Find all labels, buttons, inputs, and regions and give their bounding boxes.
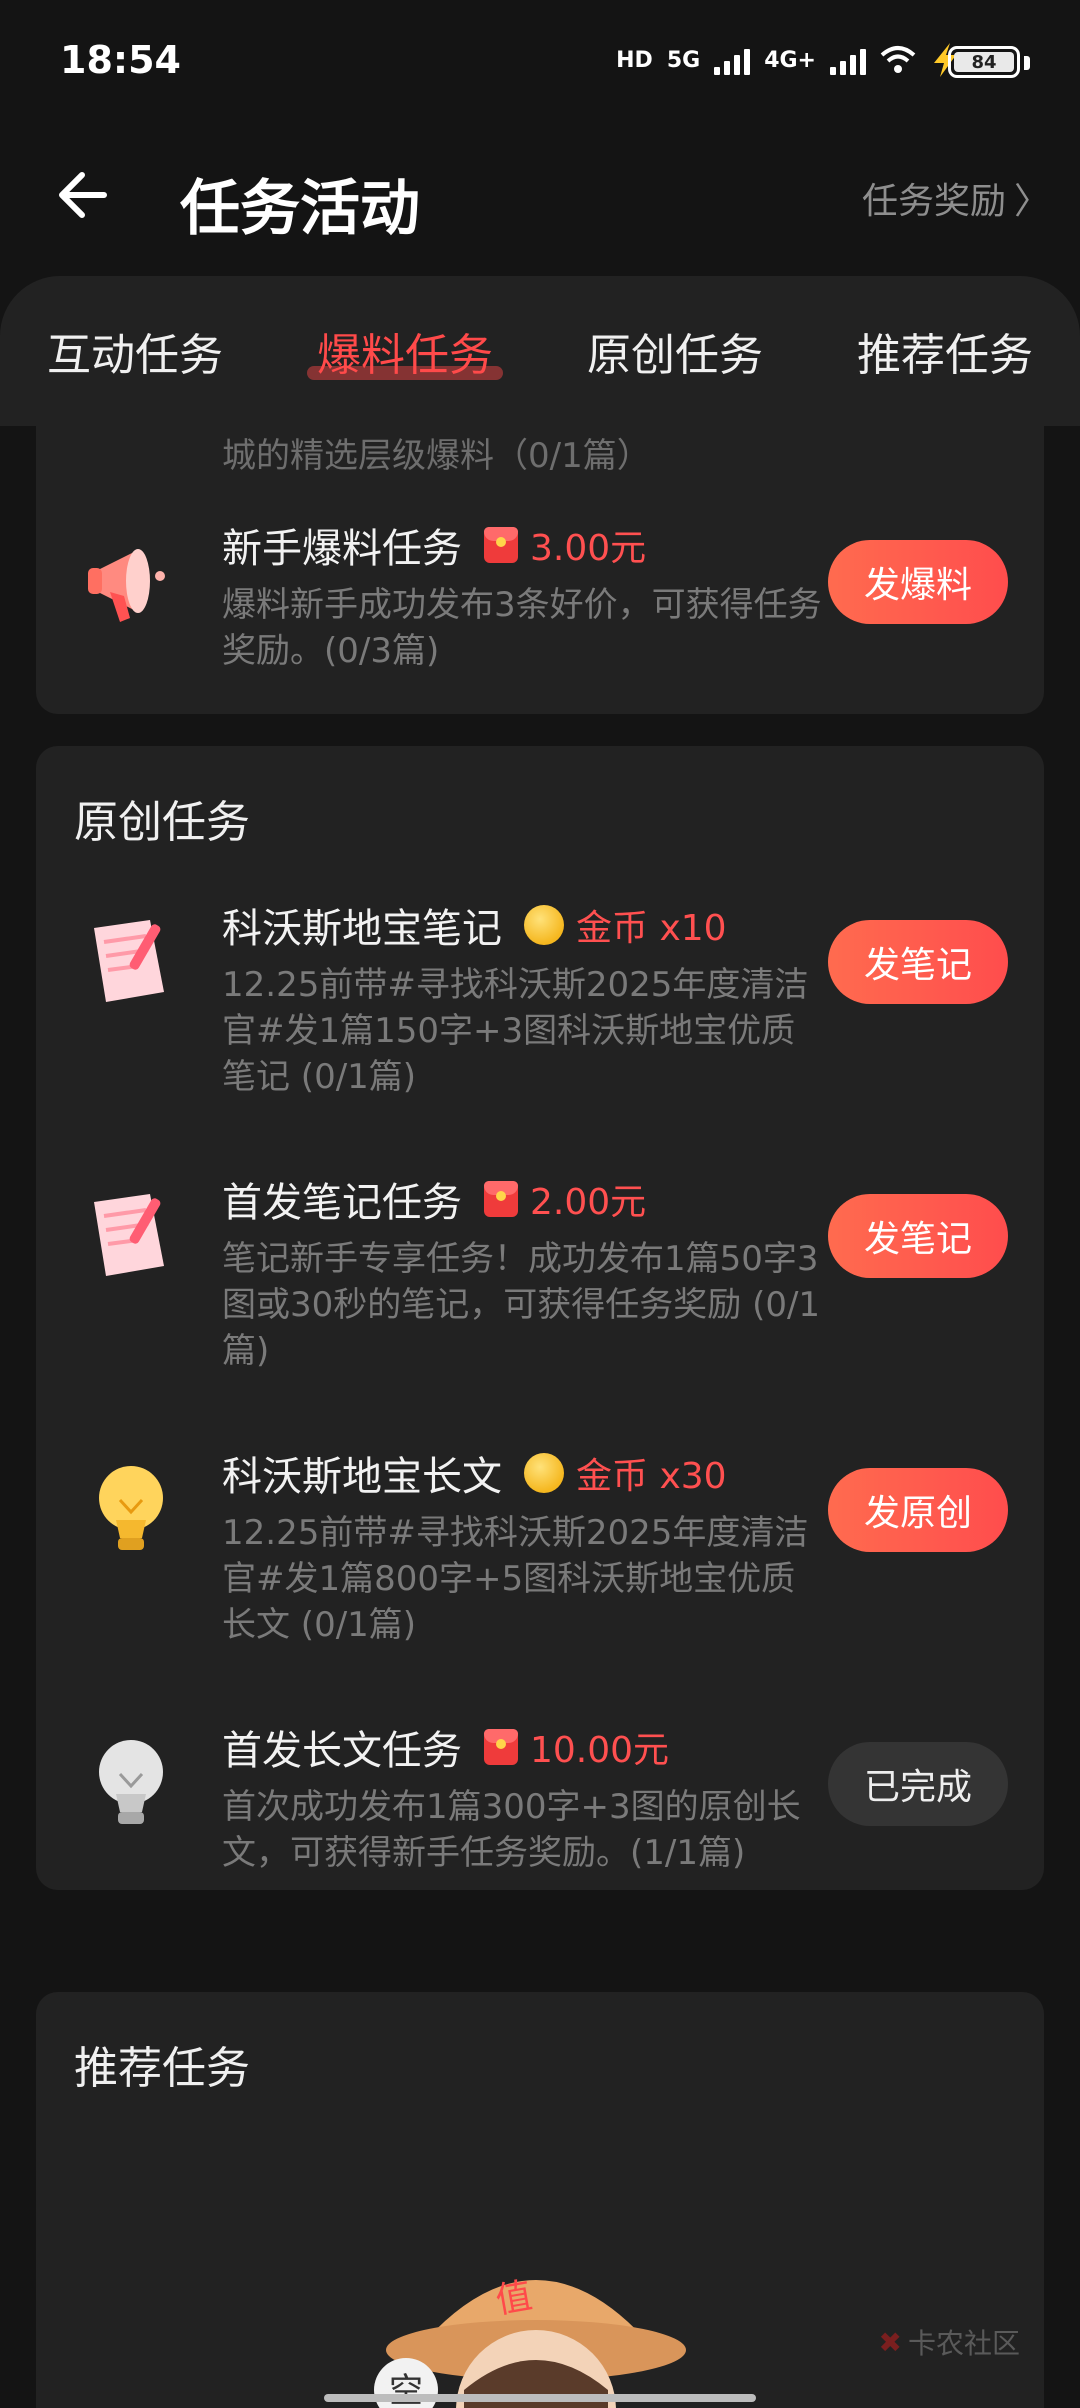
5g-indicator: 5G: [666, 47, 701, 73]
back-button[interactable]: [50, 160, 120, 230]
tab-recommend[interactable]: 推荐任务: [810, 276, 1080, 426]
lightbulb-gray-icon: [76, 1728, 186, 1838]
wifi-icon: [880, 46, 916, 73]
task-reward-label: 任务奖励: [861, 181, 1006, 222]
note-scroll-icon: [76, 1180, 186, 1290]
red-envelope-icon: [484, 1181, 518, 1217]
task-name-row: 新手爆料任务 3.00元: [222, 516, 646, 574]
gold-coin-icon: [524, 1453, 564, 1493]
post-baoliao-button[interactable]: 发爆料: [828, 540, 1008, 624]
chevron-right-icon: 〉: [1013, 181, 1050, 222]
lightbulb-icon: [76, 1454, 186, 1564]
task-reward: 金币 x10: [524, 899, 727, 951]
task-name-row: 科沃斯地宝笔记 金币 x10: [222, 896, 727, 954]
task-name: 新手爆料任务: [222, 526, 462, 572]
status-time: 18:54: [60, 38, 181, 82]
task-item: 新手爆料任务 3.00元 爆料新手成功发布3条好价，可获得任务奖励。(0/3篇)…: [36, 516, 1044, 676]
battery-icon: 84: [948, 46, 1020, 78]
reward-amount: 3.00元: [530, 528, 647, 569]
post-note-button[interactable]: 发笔记: [828, 1194, 1008, 1278]
reward-amount: 2.00元: [530, 1182, 647, 1223]
task-description: 笔记新手专享任务！成功发布1篇50字3图或30秒的笔记，可获得任务奖励 (0/1…: [222, 1239, 821, 1371]
tab-original[interactable]: 原创任务: [540, 276, 810, 426]
tab-baoliao[interactable]: 爆料任务: [270, 276, 540, 426]
task-name-row: 首发笔记任务 2.00元: [222, 1170, 646, 1228]
task-name-row: 首发长文任务 10.00元: [222, 1718, 669, 1776]
task-item: 科沃斯地宝长文 金币 x30 12.25前带#寻找科沃斯2025年度清洁官#发1…: [36, 1444, 1044, 1645]
task-tabs: 互动任务 爆料任务 原创任务 推荐任务: [0, 276, 1080, 426]
reward-amount: 金币 x30: [576, 1456, 727, 1497]
reward-amount: 金币 x10: [576, 908, 727, 949]
tab-interaction[interactable]: 互动任务: [0, 276, 270, 426]
page-title: 任务活动: [180, 174, 420, 244]
home-indicator[interactable]: [324, 2394, 756, 2402]
watermark-text: 卡农社区: [907, 2327, 1020, 2360]
battery-level: 84: [954, 52, 1014, 73]
task-item: 首发长文任务 10.00元 首次成功发布1篇300字+3图的原创长文，可获得新手…: [36, 1718, 1044, 1918]
task-reward: 3.00元: [484, 519, 646, 571]
empty-bubble-text: 空: [389, 2371, 423, 2408]
watermark: ✖ 卡农社区: [879, 2322, 1020, 2362]
header: 任务活动 任务奖励 〉: [0, 120, 1080, 270]
task-name: 首发笔记任务: [222, 1180, 462, 1226]
status-icons: HD 5G 4G+: [616, 40, 960, 80]
empty-state-illustration: 空 值: [374, 2275, 686, 2408]
task-reward-link[interactable]: 任务奖励 〉: [862, 172, 1050, 224]
task-description: 爆料新手成功发布3条好价，可获得任务奖励。(0/3篇): [222, 585, 822, 671]
task-name: 首发长文任务: [222, 1728, 462, 1774]
status-bar: 18:54 HD 5G 4G+ 84: [0, 0, 1080, 120]
task-name: 科沃斯地宝笔记: [222, 906, 502, 952]
task-list[interactable]: 城的精选层级爆料（0/1篇） 新手爆料任务 3.00元 爆料新手成功发布3条好价…: [0, 426, 1080, 2408]
clipped-task-desc: 城的精选层级爆料（0/1篇）: [222, 436, 651, 476]
original-card: 原创任务 科沃斯地宝笔记 金币 x10 12.25前带#寻找科沃斯2025年度清…: [36, 746, 1044, 1890]
gold-coin-icon: [524, 905, 564, 945]
task-reward: 2.00元: [484, 1173, 646, 1225]
hat-badge-text: 值: [493, 2275, 536, 2322]
4g-indicator: 4G+: [764, 47, 816, 73]
red-envelope-icon: [484, 527, 518, 563]
signal-icon: [714, 45, 751, 75]
task-name: 科沃斯地宝长文: [222, 1454, 502, 1500]
watermark-logo-icon: ✖: [878, 2325, 902, 2359]
post-note-button[interactable]: 发笔记: [828, 920, 1008, 1004]
section-title: 推荐任务: [74, 2043, 250, 2094]
signal-icon-2: [830, 45, 866, 75]
completed-button[interactable]: 已完成: [828, 1742, 1008, 1826]
megaphone-icon: [76, 526, 186, 636]
task-description: 12.25前带#寻找科沃斯2025年度清洁官#发1篇800字+5图科沃斯地宝优质…: [222, 1513, 809, 1645]
battery-tip: [1024, 56, 1030, 70]
section-title: 原创任务: [74, 797, 250, 848]
note-scroll-icon: [76, 906, 186, 1016]
task-reward: 金币 x30: [524, 1447, 727, 1499]
reward-amount: 10.00元: [530, 1730, 670, 1771]
hd-indicator: HD: [616, 47, 653, 73]
task-name-row: 科沃斯地宝长文 金币 x30: [222, 1444, 727, 1502]
arrow-left-icon: [59, 172, 107, 218]
task-description: 首次成功发布1篇300字+3图的原创长文，可获得新手任务奖励。(1/1篇): [222, 1787, 801, 1873]
task-item: 科沃斯地宝笔记 金币 x10 12.25前带#寻找科沃斯2025年度清洁官#发1…: [36, 896, 1044, 1097]
post-original-button[interactable]: 发原创: [828, 1468, 1008, 1552]
baoliao-card: 城的精选层级爆料（0/1篇） 新手爆料任务 3.00元 爆料新手成功发布3条好价…: [36, 426, 1044, 714]
task-description: 12.25前带#寻找科沃斯2025年度清洁官#发1篇150字+3图科沃斯地宝优质…: [222, 965, 809, 1097]
task-item: 首发笔记任务 2.00元 笔记新手专享任务！成功发布1篇50字3图或30秒的笔记…: [36, 1170, 1044, 1371]
red-envelope-icon: [484, 1729, 518, 1765]
task-reward: 10.00元: [484, 1721, 669, 1773]
